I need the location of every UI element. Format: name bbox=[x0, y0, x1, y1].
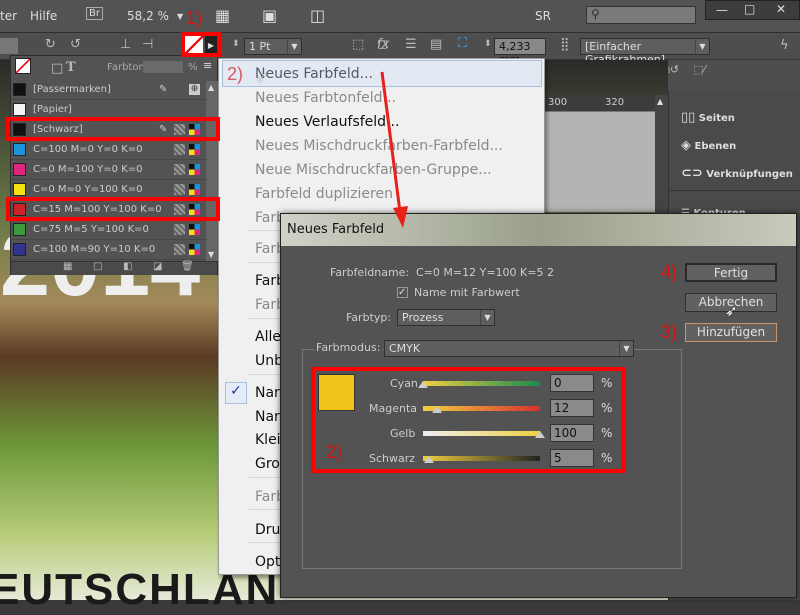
annotation-arrow bbox=[380, 71, 408, 228]
